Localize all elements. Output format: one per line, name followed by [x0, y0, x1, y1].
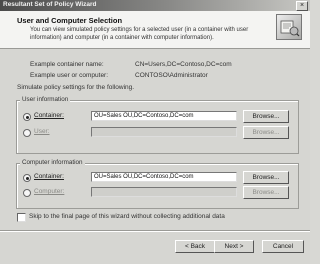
user-user-label[interactable]: User: [34, 128, 50, 135]
computer-container-radio[interactable] [23, 174, 31, 182]
computer-container-field[interactable]: OU=Sales OU,DC=Contoso,DC=com [91, 172, 237, 182]
wizard-icon [276, 14, 302, 40]
user-example-label: Example user or computer: [30, 72, 109, 79]
skip-checkbox[interactable] [17, 213, 26, 222]
page-description: You can view simulated policy settings f… [30, 27, 249, 41]
computer-info-group-label: Computer information [20, 159, 85, 166]
user-user-browse-button: Browse... [243, 126, 289, 139]
computer-computer-label[interactable]: Computer: [34, 188, 64, 195]
user-example-value: CONTOSO\Administrator [135, 72, 208, 79]
footer-separator [0, 230, 310, 232]
wizard-window: Resultant Set of Policy Wizard × User an… [0, 0, 310, 264]
cancel-button[interactable]: Cancel [262, 240, 304, 253]
user-user-field [91, 127, 237, 137]
simulate-instruction: Simulate policy settings for the followi… [17, 84, 135, 91]
skip-checkbox-label[interactable]: Skip to the final page of this wizard wi… [29, 213, 225, 220]
computer-container-label[interactable]: Container: [34, 173, 64, 180]
back-button[interactable]: < Back [175, 240, 215, 253]
computer-computer-radio[interactable] [23, 189, 31, 197]
container-example-label: Example container name: [30, 61, 104, 68]
title-bar: Resultant Set of Policy Wizard × [0, 0, 310, 11]
next-button[interactable]: Next > [214, 240, 254, 253]
user-container-radio[interactable] [23, 113, 31, 121]
user-info-group-label: User information [20, 96, 71, 103]
page-title: User and Computer Selection [17, 16, 123, 25]
user-container-label[interactable]: Container: [34, 112, 64, 119]
user-user-radio[interactable] [23, 129, 31, 137]
computer-container-browse-button[interactable]: Browse... [243, 171, 289, 184]
window-title: Resultant Set of Policy Wizard [3, 1, 97, 8]
wizard-header: User and Computer Selection You can view… [0, 11, 310, 49]
computer-computer-field [91, 187, 237, 197]
container-example-value: CN=Users,DC=Contoso,DC=com [135, 61, 232, 68]
close-button[interactable]: × [296, 1, 308, 11]
computer-computer-browse-button: Browse... [243, 186, 289, 199]
user-container-field[interactable]: OU=Sales OU,DC=Contoso,DC=com [91, 111, 237, 121]
user-container-browse-button[interactable]: Browse... [243, 110, 289, 123]
